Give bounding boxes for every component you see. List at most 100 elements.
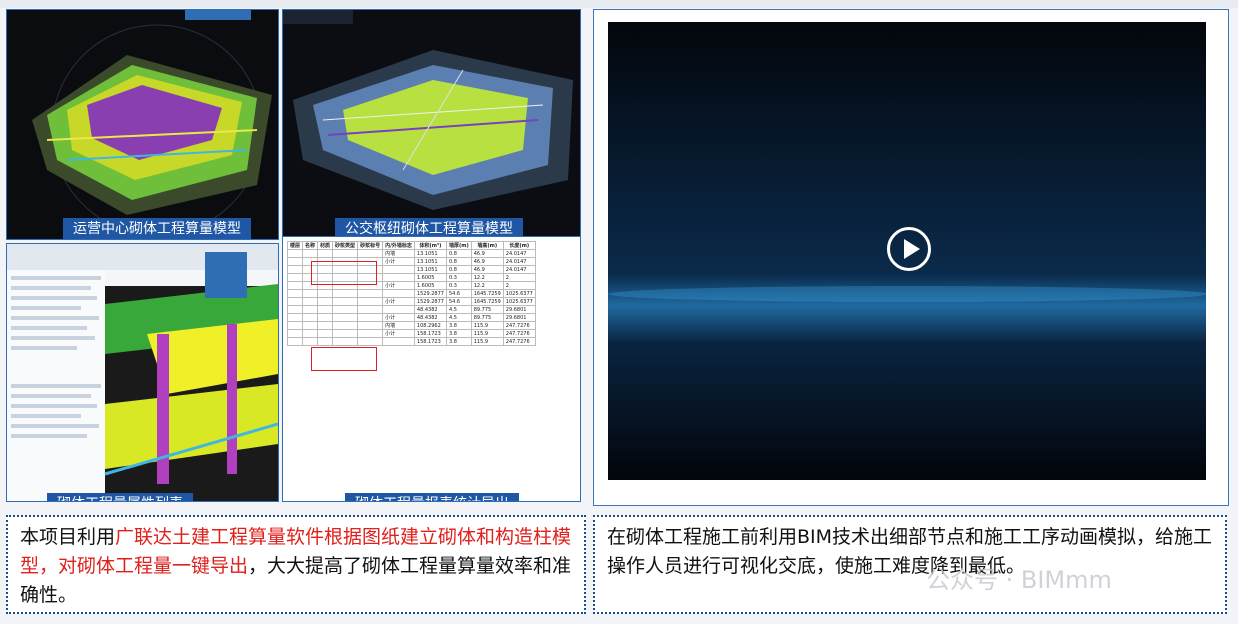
report-header-cell: 长度(m) [502,241,536,250]
table-cell [302,297,319,306]
table-cell [302,249,319,258]
table-cell [332,313,359,322]
left-description: 本项目利用广联达土建工程算量软件根据图纸建立砌体和构造柱模型，对砌体工程量一键导… [6,515,586,614]
table-row: 内墙 108.2962 3.8 115.9 247.7276 [286,321,536,330]
table-cell [317,313,334,322]
table-cell [332,297,359,306]
table-cell [302,337,319,346]
report-header-cell: 楼层 [286,241,304,250]
table-row: 小计 158.1723 3.8 115.9 247.7276 [286,329,536,338]
table-cell: 内墙 [382,321,415,330]
table-cell [357,297,384,306]
table-cell [286,273,304,282]
table-cell: 29.6801 [502,313,536,322]
table-cell: 小计 [382,297,415,306]
table-cell: 54.6 [445,289,472,298]
table-cell: 1645.7259 [470,297,504,306]
model1-image [7,10,278,239]
highlight-box-1 [311,261,377,285]
table-cell: 12.2 [470,281,504,290]
table-cell: 内墙 [382,249,415,258]
report-table: 楼层 名称 材质 砂浆类型 砂浆标号 内/外墙标志 体积(m³) 墙厚(m) 墙高(m) 长度(m… [286,241,536,346]
table-cell [286,337,304,346]
table-cell: 13.1051 [413,249,447,258]
table-cell: 小计 [382,257,415,266]
model2-panel: 公交枢纽砌体工程算量模型 [282,9,581,240]
play-icon[interactable] [887,227,931,271]
report-header-cell: 名称 [302,241,319,250]
table-cell [286,257,304,266]
table-cell: 46.9 [470,257,504,266]
table-cell: 247.7276 [502,337,536,346]
table-cell: 小计 [382,329,415,338]
table-cell: 2 [502,281,536,290]
watermark: 公众号 · BIMmm [926,566,1112,594]
table-cell [357,313,384,322]
table-cell: 3.8 [445,321,472,330]
video-player[interactable] [608,22,1206,480]
table-row: 小计 1529.2877 54.6 1645.7259 1025.6377 [286,297,536,306]
table-cell: 158.1723 [413,329,447,338]
table-cell [332,329,359,338]
table-cell: 48.4382 [413,313,447,322]
table-cell: 12.2 [470,273,504,282]
table-cell [286,281,304,290]
table-cell: 0.8 [445,265,472,274]
table-cell [382,305,415,314]
table-cell [317,297,334,306]
table-cell: 24.0147 [502,257,536,266]
model2-image [283,10,580,239]
attr-image [7,244,278,501]
table-cell [286,249,304,258]
left-text-part1: 本项目利用 [20,526,116,548]
table-cell [332,337,359,346]
table-cell [286,265,304,274]
table-cell [332,249,359,258]
table-cell: 0.8 [445,257,472,266]
table-cell: 24.0147 [502,249,536,258]
table-cell [286,321,304,330]
table-cell [286,305,304,314]
table-row: 内墙 13.1051 0.8 46.9 24.0147 [286,249,536,258]
table-cell [357,249,384,258]
report-header-cell: 材质 [317,241,334,250]
table-cell: 0.8 [445,249,472,258]
table-cell: 0.3 [445,281,472,290]
table-cell: 108.2962 [413,321,447,330]
table-cell: 小计 [382,281,415,290]
table-cell [286,313,304,322]
table-cell [357,289,384,298]
table-cell [302,313,319,322]
attr-panel: 砌体工程量属性列表 [6,243,279,502]
table-cell: 13.1051 [413,257,447,266]
table-cell: 158.1723 [413,337,447,346]
top-strip [0,0,1238,8]
table-cell [286,289,304,298]
table-cell: 1529.2877 [413,297,447,306]
table-cell: 小计 [382,313,415,322]
table-cell: 4.5 [445,313,472,322]
table-row: 158.1723 3.8 115.9 247.7276 [286,337,536,346]
report-header-cell: 体积(m³) [413,241,447,250]
table-cell [317,249,334,258]
table-cell [382,273,415,282]
report-panel: 楼层 名称 材质 砂浆类型 砂浆标号 内/外墙标志 体积(m³) 墙厚(m) 墙高(m) 长度(m… [282,236,581,502]
table-cell [357,337,384,346]
table-row: 48.4382 4.5 89.775 29.6801 [286,305,536,314]
model1-panel: 运营中心砌体工程算量模型 [6,9,279,240]
table-cell [332,289,359,298]
table-cell: 1645.7259 [470,289,504,298]
table-cell [382,337,415,346]
table-cell [332,321,359,330]
table-cell [286,297,304,306]
table-cell: 89.775 [470,305,504,314]
table-cell [382,289,415,298]
table-cell: 4.5 [445,305,472,314]
table-cell: 46.9 [470,265,504,274]
report-header-cell: 砂浆类型 [332,241,359,250]
table-row: 小计 48.4382 4.5 89.775 29.6801 [286,313,536,322]
table-cell: 247.7276 [502,329,536,338]
report-header-cell: 砂浆标号 [357,241,384,250]
table-cell [317,305,334,314]
table-cell: 13.1051 [413,265,447,274]
